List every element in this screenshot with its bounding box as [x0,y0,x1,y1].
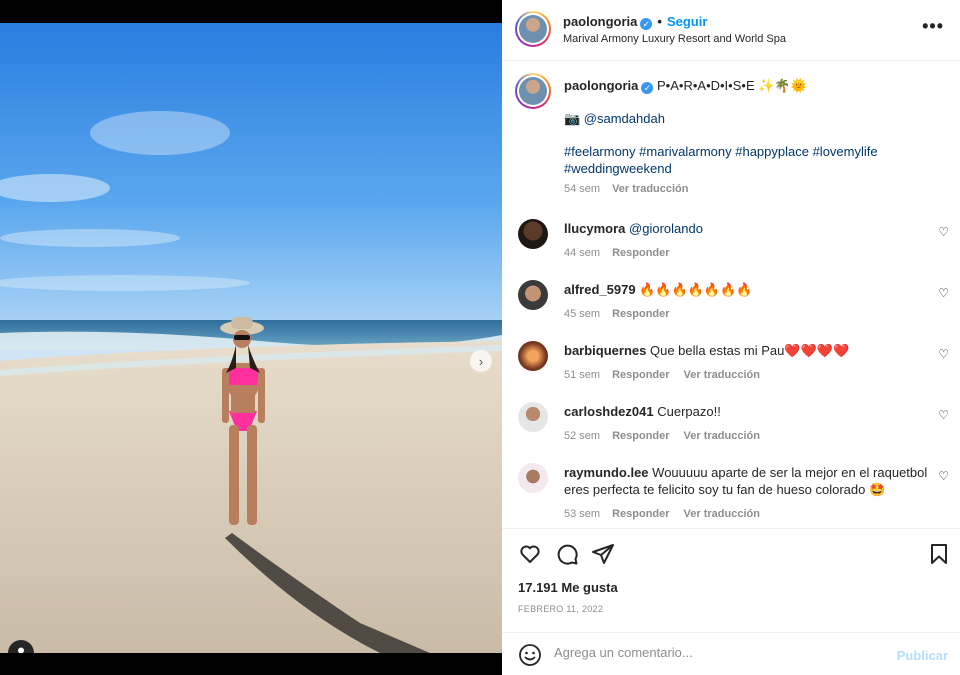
separator-dot: • [657,14,662,29]
comment-username[interactable]: carloshdez041 [564,404,654,419]
comments-list[interactable]: paolongoria ✓ P•A•R•A•D•I•S•E ✨🌴🌞 📷 @samd… [502,62,960,528]
caption-translate[interactable]: Ver traducción [612,183,688,195]
caption-username[interactable]: paolongoria [564,78,638,93]
post-photo[interactable]: › [0,23,502,653]
comment-username[interactable]: llucymora [564,221,625,236]
comment-body: carloshdez041 Cuerpazo!! 52 sem Responder… [564,403,934,445]
comment-time[interactable]: 51 sem [564,369,600,381]
post-header: paolongoria ✓ • Seguir Marival Armony Luxur… [502,0,960,61]
commenter-avatar[interactable] [518,402,548,432]
caption-avatar[interactable] [515,73,551,109]
commenter-avatar[interactable] [518,280,548,310]
comment-meta: 45 sem Responder [564,306,934,323]
add-comment-bar: Publicar [502,632,960,675]
heart-icon[interactable]: ♡ [938,408,949,422]
comment-time[interactable]: 52 sem [564,430,600,442]
comment-meta: 53 sem Responder Ver traducción [564,506,934,523]
comment-time[interactable]: 45 sem [564,308,600,320]
comment-text[interactable]: @giorolando [629,221,703,236]
heart-icon[interactable]: ♡ [938,469,949,483]
post-location[interactable]: Marival Armony Luxury Resort and World S… [563,33,786,45]
comment-body: barbiquernes Que bella estas mi Pau❤️❤️❤… [564,342,934,384]
comment-time[interactable]: 53 sem [564,508,600,520]
publish-button[interactable]: Publicar [897,648,948,663]
post-actions: 17.191 Me gusta FEBRERO 11, 2022 [502,528,960,648]
caption-text: P•A•R•A•D•I•S•E ✨🌴🌞 [657,78,807,93]
comment-username[interactable]: alfred_5979 [564,282,636,297]
comment-text: Cuerpazo!! [657,404,721,419]
verified-icon: ✓ [641,82,654,94]
author-line: paolongoria ✓ • Seguir [563,14,707,30]
verified-icon: ✓ [640,18,653,30]
caption-body: paolongoria ✓ P•A•R•A•D•I•S•E ✨🌴🌞 📷 @samd… [564,77,934,198]
comment-body: llucymora @giorolando 44 sem Responder [564,220,934,262]
reply-button[interactable]: Responder [612,508,669,520]
follow-button[interactable]: Seguir [667,14,707,29]
likes-count[interactable]: 17.191 Me gusta [518,580,618,595]
next-photo-button[interactable]: › [470,350,492,372]
beach-photo [0,23,502,653]
post-date[interactable]: FEBRERO 11, 2022 [518,604,603,614]
reply-button[interactable]: Responder [612,369,669,381]
more-icon[interactable]: ••• [922,16,944,37]
commenter-avatar[interactable] [518,341,548,371]
bookmark-icon[interactable] [927,542,951,566]
comment-icon[interactable] [555,542,579,566]
post-side-panel: paolongoria ✓ • Seguir Marival Armony Luxur… [502,0,960,675]
emoji-icon[interactable] [518,643,542,667]
comment-body: alfred_5979 🔥🔥🔥🔥🔥🔥🔥 45 sem Responder [564,281,934,323]
comment-username[interactable]: barbiquernes [564,343,646,358]
comment-username[interactable]: raymundo.lee [564,465,649,480]
author-avatar[interactable] [515,11,551,47]
user-tag-icon [18,647,24,653]
commenter-avatar[interactable] [518,219,548,249]
author-username[interactable]: paolongoria [563,14,637,29]
comment-text: Que bella estas mi Pau❤️❤️❤️❤️ [649,343,850,358]
comment-meta: 51 sem Responder Ver traducción [564,367,934,384]
caption-hashtags[interactable]: #feelarmony #marivalarmony #happyplace #… [564,143,934,177]
comment-meta: 44 sem Responder [564,245,934,262]
comment-input[interactable] [554,645,874,660]
photo-credit[interactable]: 📷 @samdahdah [564,110,934,127]
heart-icon[interactable]: ♡ [938,225,949,239]
comment-meta: 52 sem Responder Ver traducción [564,428,934,445]
reply-button[interactable]: Responder [612,430,669,442]
instagram-post-modal: › paolongoria ✓ • Seguir Marival Armony Lux… [0,0,960,675]
comment-translate[interactable]: Ver traducción [684,430,760,442]
heart-icon[interactable]: ♡ [938,347,949,361]
comment-translate[interactable]: Ver traducción [684,369,760,381]
chevron-right-icon: › [478,353,484,369]
comment-translate[interactable]: Ver traducción [684,508,760,520]
heart-icon[interactable] [518,542,542,566]
heart-icon[interactable]: ♡ [938,286,949,300]
reply-button[interactable]: Responder [612,247,669,259]
caption-time[interactable]: 54 sem [564,183,600,195]
comment-time[interactable]: 44 sem [564,247,600,259]
reply-button[interactable]: Responder [612,308,669,320]
comment-body: raymundo.lee Wouuuuu aparte de ser la me… [564,464,934,523]
commenter-avatar[interactable] [518,463,548,493]
caption-meta: 54 sem Ver traducción [564,181,934,198]
comment-text: 🔥🔥🔥🔥🔥🔥🔥 [639,282,753,297]
share-icon[interactable] [591,542,615,566]
